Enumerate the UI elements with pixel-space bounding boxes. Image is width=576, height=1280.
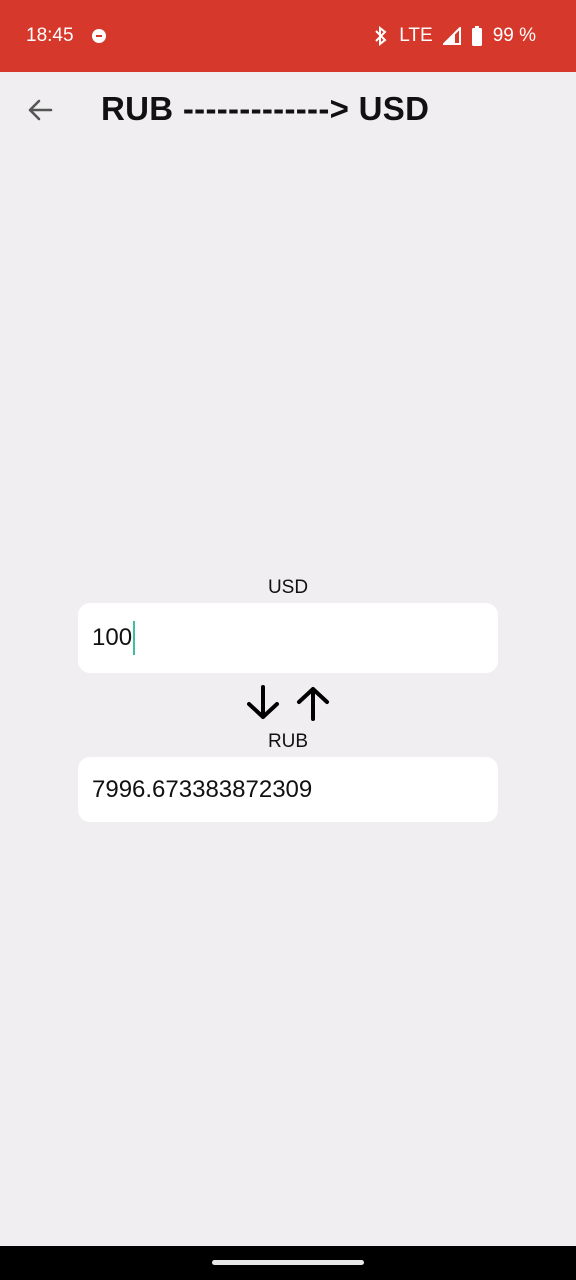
- page-title: RUB -------------> USD: [101, 90, 430, 127]
- bluetooth-icon: [373, 26, 389, 46]
- battery-percent: 99 %: [492, 25, 536, 46]
- text-cursor: [133, 621, 136, 655]
- app-toolbar: RUB -------------> USD: [0, 72, 576, 152]
- top-currency-label: USD: [267, 577, 309, 598]
- battery-icon: [471, 26, 483, 46]
- notification-icon: [91, 29, 106, 43]
- status-bar: 18:45 LTE 99 %: [0, 0, 576, 72]
- signal-icon: [442, 27, 461, 45]
- bottom-currency-label: RUB: [267, 731, 309, 752]
- amount-input-value: 100: [92, 624, 133, 651]
- swap-controls: [244, 684, 332, 727]
- back-button[interactable]: [22, 94, 58, 130]
- system-nav-bar: [0, 1246, 576, 1280]
- arrow-left-icon: [26, 96, 54, 129]
- status-time: 18:45: [26, 25, 74, 46]
- result-value: 7996.673383872309: [92, 775, 313, 803]
- result-field[interactable]: 7996.673383872309: [78, 757, 498, 822]
- amount-input[interactable]: 100: [78, 603, 498, 673]
- arrow-down-icon[interactable]: [244, 684, 282, 727]
- network-type: LTE: [399, 25, 433, 46]
- arrow-up-icon[interactable]: [294, 684, 332, 727]
- home-indicator[interactable]: [212, 1260, 364, 1265]
